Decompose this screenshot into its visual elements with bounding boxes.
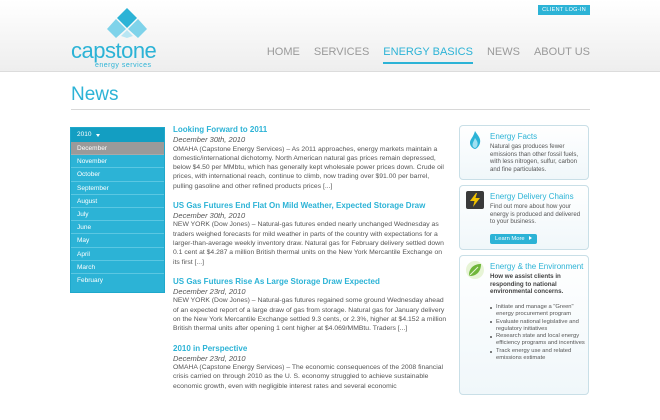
article-title-link[interactable]: Looking Forward to 2011 (173, 125, 448, 135)
month-item-november[interactable]: November (71, 155, 164, 169)
energy-facts-text: Natural gas produces fewer emissions tha… (490, 143, 579, 173)
energy-facts-box: Energy Facts Natural gas produces fewer … (459, 125, 589, 180)
page-title: News (71, 84, 119, 105)
energy-environment-box: Energy & the Environment How we assist c… (459, 255, 589, 395)
news-list: Looking Forward to 2011 December 30th, 2… (173, 125, 448, 401)
news-article: Looking Forward to 2011 December 30th, 2… (173, 125, 448, 191)
month-item-july[interactable]: July (71, 208, 164, 222)
capstone-logo[interactable]: capstone energy services (71, 8, 181, 70)
article-title-link[interactable]: US Gas Futures End Flat On Mild Weather,… (173, 201, 448, 211)
environment-bullet-list: Initiate and manage a "Green" energy pro… (490, 304, 586, 363)
article-date: December 30th, 2010 (173, 210, 246, 220)
leaf-icon (466, 261, 484, 279)
nav-energy-basics[interactable]: ENERGY BASICS (383, 46, 473, 64)
archive-month-list: 2010 December November October September… (70, 127, 165, 293)
site-header: capstone energy services CLIENT LOG-IN H… (0, 0, 660, 72)
article-title-link[interactable]: 2010 in Perspective (173, 344, 448, 354)
month-item-september[interactable]: September (71, 182, 164, 195)
article-date: December 23rd, 2010 (173, 353, 246, 363)
article-title-link[interactable]: US Gas Futures Rise As Large Storage Dra… (173, 277, 448, 287)
month-item-december[interactable]: December (71, 142, 164, 156)
nav-home[interactable]: HOME (267, 46, 300, 64)
news-article: US Gas Futures End Flat On Mild Weather,… (173, 201, 448, 267)
arrow-right-icon (529, 236, 533, 241)
month-item-march[interactable]: March (71, 261, 164, 274)
nav-services[interactable]: SERVICES (314, 46, 369, 64)
energy-environment-intro: How we assist clients in responding to n… (490, 273, 564, 295)
brand-tagline: energy services (95, 62, 152, 69)
month-item-february[interactable]: February (71, 274, 164, 287)
news-article: US Gas Futures Rise As Large Storage Dra… (173, 277, 448, 334)
month-item-october[interactable]: October (71, 168, 164, 182)
month-item-april[interactable]: April (71, 248, 164, 261)
article-excerpt: OMAHA (Capstone Energy Services) – The e… (173, 364, 444, 390)
learn-more-label: Learn More (495, 236, 525, 242)
year-label: 2010 (77, 131, 92, 138)
month-item-may[interactable]: May (71, 234, 164, 248)
article-excerpt: NEW YORK (Dow Jones) – Natural-gas futur… (173, 221, 444, 266)
title-divider (71, 109, 590, 110)
list-item: Track energy use and related emissions e… (490, 348, 586, 362)
energy-delivery-box: Energy Delivery Chains Find out more abo… (459, 185, 589, 250)
logo-diamond-icon (107, 8, 147, 38)
article-date: December 23rd, 2010 (173, 286, 246, 296)
list-item: Initiate and manage a "Green" energy pro… (490, 304, 586, 318)
nav-news[interactable]: NEWS (487, 46, 520, 64)
article-date: December 30th, 2010 (173, 135, 246, 144)
list-item: Research state and local energy efficien… (490, 333, 586, 347)
chevron-down-icon (96, 133, 101, 137)
article-excerpt: OMAHA (Capstone Energy Services) – As 20… (173, 145, 444, 190)
news-article: 2010 in Perspective December 23rd, 2010 … (173, 344, 448, 391)
energy-facts-title: Energy Facts (490, 132, 538, 141)
main-nav: HOME SERVICES ENERGY BASICS NEWS ABOUT U… (267, 46, 590, 64)
month-item-august[interactable]: August (71, 195, 164, 208)
article-excerpt: NEW YORK (Dow Jones) – Natural-gas futur… (173, 297, 447, 333)
learn-more-button[interactable]: Learn More (490, 234, 538, 244)
energy-environment-title: Energy & the Environment (490, 262, 584, 271)
lightning-icon (466, 191, 484, 209)
nav-about-us[interactable]: ABOUT US (534, 46, 590, 64)
flame-icon (470, 131, 481, 149)
brand-name: capstone (71, 38, 157, 63)
energy-delivery-text: Find out more about how your energy is p… (490, 203, 581, 226)
year-dropdown[interactable]: 2010 (71, 128, 164, 142)
month-item-june[interactable]: June (71, 221, 164, 235)
client-login-button[interactable]: CLIENT LOG-IN (538, 5, 590, 15)
list-item: Evaluate national legislative and regula… (490, 319, 586, 333)
energy-delivery-title: Energy Delivery Chains (490, 192, 574, 201)
